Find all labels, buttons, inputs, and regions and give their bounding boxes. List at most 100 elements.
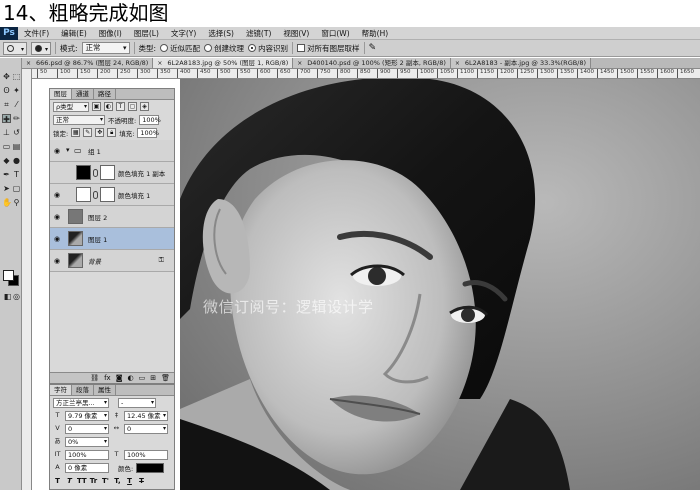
tracking-input[interactable]: 0 [124, 423, 168, 434]
brush-size-picker[interactable]: ▾ [31, 41, 51, 55]
subscript-button[interactable]: T, [113, 477, 122, 485]
fill-input[interactable]: 100% [137, 127, 159, 138]
tab-layers[interactable]: 图层 [50, 89, 72, 99]
radio-create-texture[interactable]: 创建纹理 [204, 43, 244, 54]
filter-adjust-icon[interactable]: ◐ [104, 102, 113, 111]
layer-row[interactable]: ◉ 背景 ⚿ [50, 250, 174, 272]
marquee-tool-icon[interactable]: ⬚ [12, 72, 21, 81]
layer-row-selected[interactable]: ◉ 图层 1 [50, 228, 174, 250]
foreground-color-swatch[interactable] [3, 270, 14, 281]
doc-tab-active[interactable]: × 6L2A8183.jpg @ 50% (图层 1, RGB/8) [153, 58, 294, 69]
faux-italic-button[interactable]: T [65, 477, 74, 485]
filter-pixel-icon[interactable]: ▣ [92, 102, 101, 111]
tab-paragraph[interactable]: 段落 [72, 385, 94, 395]
doc-tab[interactable]: × 6L2A8183 - 副本.jpg @ 33.3%(RGB/8) [450, 58, 592, 69]
lasso-tool-icon[interactable]: ʘ [2, 86, 11, 95]
menu-type[interactable]: 文字(Y) [165, 28, 202, 39]
doc-tab[interactable]: × 666.psd @ 86.7% (图层 24, RGB/8) [22, 58, 154, 69]
underline-button[interactable]: T [125, 477, 134, 485]
type-tool-icon[interactable]: T [12, 170, 21, 179]
lock-all-icon[interactable]: 🔒︎ [107, 128, 117, 137]
default-colors-icon[interactable]: ◧ [3, 292, 12, 301]
doc-tab[interactable]: × D400140.psd @ 100% (矩形 2 副本, RGB/8) [293, 58, 451, 68]
radio-content-aware[interactable]: 内容识别 [248, 43, 288, 54]
adjustment-layer-icon[interactable]: ◐ [128, 373, 134, 383]
opacity-input[interactable]: 100% [139, 114, 161, 125]
eye-hidden-icon[interactable]: ◉ [52, 169, 62, 177]
filter-type-icon[interactable]: T [116, 102, 125, 111]
eye-icon[interactable]: ◉ [52, 235, 62, 243]
clone-stamp-tool-icon[interactable]: ⊥ [2, 128, 11, 137]
healing-brush-tool-icon[interactable]: ✚ [2, 114, 11, 124]
add-mask-icon[interactable]: ◙ [116, 373, 123, 383]
tab-character[interactable]: 字符 [50, 385, 72, 395]
tab-properties[interactable]: 属性 [94, 385, 116, 395]
lock-position-icon[interactable]: ✥ [95, 128, 105, 137]
quick-select-tool-icon[interactable]: ✦ [12, 86, 21, 95]
history-brush-tool-icon[interactable]: ↺ [12, 128, 21, 137]
blend-mode-select[interactable]: 正常 [53, 114, 105, 125]
all-caps-button[interactable]: TT [77, 477, 87, 485]
layer-row[interactable]: ◉ 颜色填充 1 [50, 184, 174, 206]
menu-view[interactable]: 视图(V) [277, 28, 315, 39]
menu-window[interactable]: 窗口(W) [315, 28, 355, 39]
pen-tool-icon[interactable]: ✒ [2, 170, 11, 179]
close-icon[interactable]: × [455, 58, 460, 69]
text-color-swatch[interactable] [136, 462, 165, 473]
layer-filter-select[interactable]: ρ类型 [53, 101, 89, 112]
checkbox-sample-all-layers[interactable]: 对所有图层取样 [297, 43, 360, 54]
eraser-tool-icon[interactable]: ▭ [2, 142, 11, 151]
leading-input[interactable]: 12.45 像素 [124, 410, 168, 421]
eyedropper-tool-icon[interactable]: ⁄ [12, 100, 21, 109]
new-group-icon[interactable]: ▭ [139, 373, 146, 383]
eye-icon[interactable]: ◉ [52, 257, 62, 265]
menu-help[interactable]: 帮助(H) [356, 28, 395, 39]
kerning-input[interactable]: 0 [65, 423, 109, 434]
document-canvas[interactable] [180, 79, 700, 490]
radio-proximity-match[interactable]: 近似匹配 [160, 43, 200, 54]
superscript-button[interactable]: T' [101, 477, 110, 485]
baseline-input[interactable]: 0 像素 [65, 462, 109, 473]
small-caps-button[interactable]: Tr [89, 477, 98, 485]
horizontal-scale-input[interactable]: 100% [124, 449, 168, 460]
font-family-select[interactable]: 方正兰亭黑... [53, 397, 109, 408]
font-size-input[interactable]: 9.79 像素 [65, 410, 109, 421]
vertical-scale-input[interactable]: 100% [65, 449, 109, 460]
eye-icon[interactable]: ◉ [52, 147, 62, 155]
fx-icon[interactable]: fx [104, 373, 111, 383]
path-select-tool-icon[interactable]: ➤ [2, 184, 11, 193]
lock-pixels-icon[interactable]: ✎ [83, 128, 93, 137]
menu-select[interactable]: 选择(S) [202, 28, 240, 39]
close-icon[interactable]: × [157, 58, 162, 69]
layer-row[interactable]: ◉ ▾ ▭ 组 1 [50, 140, 174, 162]
hand-tool-icon[interactable]: ✋ [2, 198, 12, 207]
menu-edit[interactable]: 编辑(E) [55, 28, 93, 39]
quick-mask-icon[interactable]: ◎ [12, 292, 21, 301]
font-style-select[interactable]: - [118, 397, 156, 408]
filter-shape-icon[interactable]: ▢ [128, 102, 137, 111]
faux-bold-button[interactable]: T [53, 477, 62, 485]
dodge-tool-icon[interactable]: ● [12, 156, 21, 165]
mode-select[interactable]: 正常 [81, 42, 130, 54]
lock-transparent-icon[interactable]: ▦ [71, 128, 81, 137]
crop-tool-icon[interactable]: ⌗ [2, 100, 11, 109]
move-tool-icon[interactable]: ✥ [2, 72, 11, 81]
menu-filter[interactable]: 滤镜(T) [240, 28, 277, 39]
blur-tool-icon[interactable]: ◆ [2, 156, 11, 165]
group-expand-icon[interactable]: ▾ [66, 146, 70, 154]
tsume-input[interactable]: 0% [65, 436, 109, 447]
tab-channels[interactable]: 通道 [72, 89, 94, 99]
gradient-tool-icon[interactable]: ▤ [12, 142, 21, 151]
close-icon[interactable]: × [26, 58, 31, 69]
delete-layer-icon[interactable]: 🗑︎ [161, 373, 170, 383]
menu-file[interactable]: 文件(F) [18, 28, 55, 39]
layer-row[interactable]: ◉ 颜色填充 1 副本 [50, 162, 174, 184]
new-layer-icon[interactable]: ⊞ [150, 373, 156, 383]
strikethrough-button[interactable]: T [137, 477, 146, 485]
pressure-brush-icon[interactable]: ✎ [369, 43, 377, 53]
close-icon[interactable]: × [297, 58, 302, 69]
layer-row[interactable]: ◉ 图层 2 [50, 206, 174, 228]
filter-smart-icon[interactable]: ◈ [140, 102, 149, 111]
tool-preset-picker[interactable]: ▾ [3, 41, 27, 55]
brush-tool-icon[interactable]: ✏ [12, 114, 21, 123]
